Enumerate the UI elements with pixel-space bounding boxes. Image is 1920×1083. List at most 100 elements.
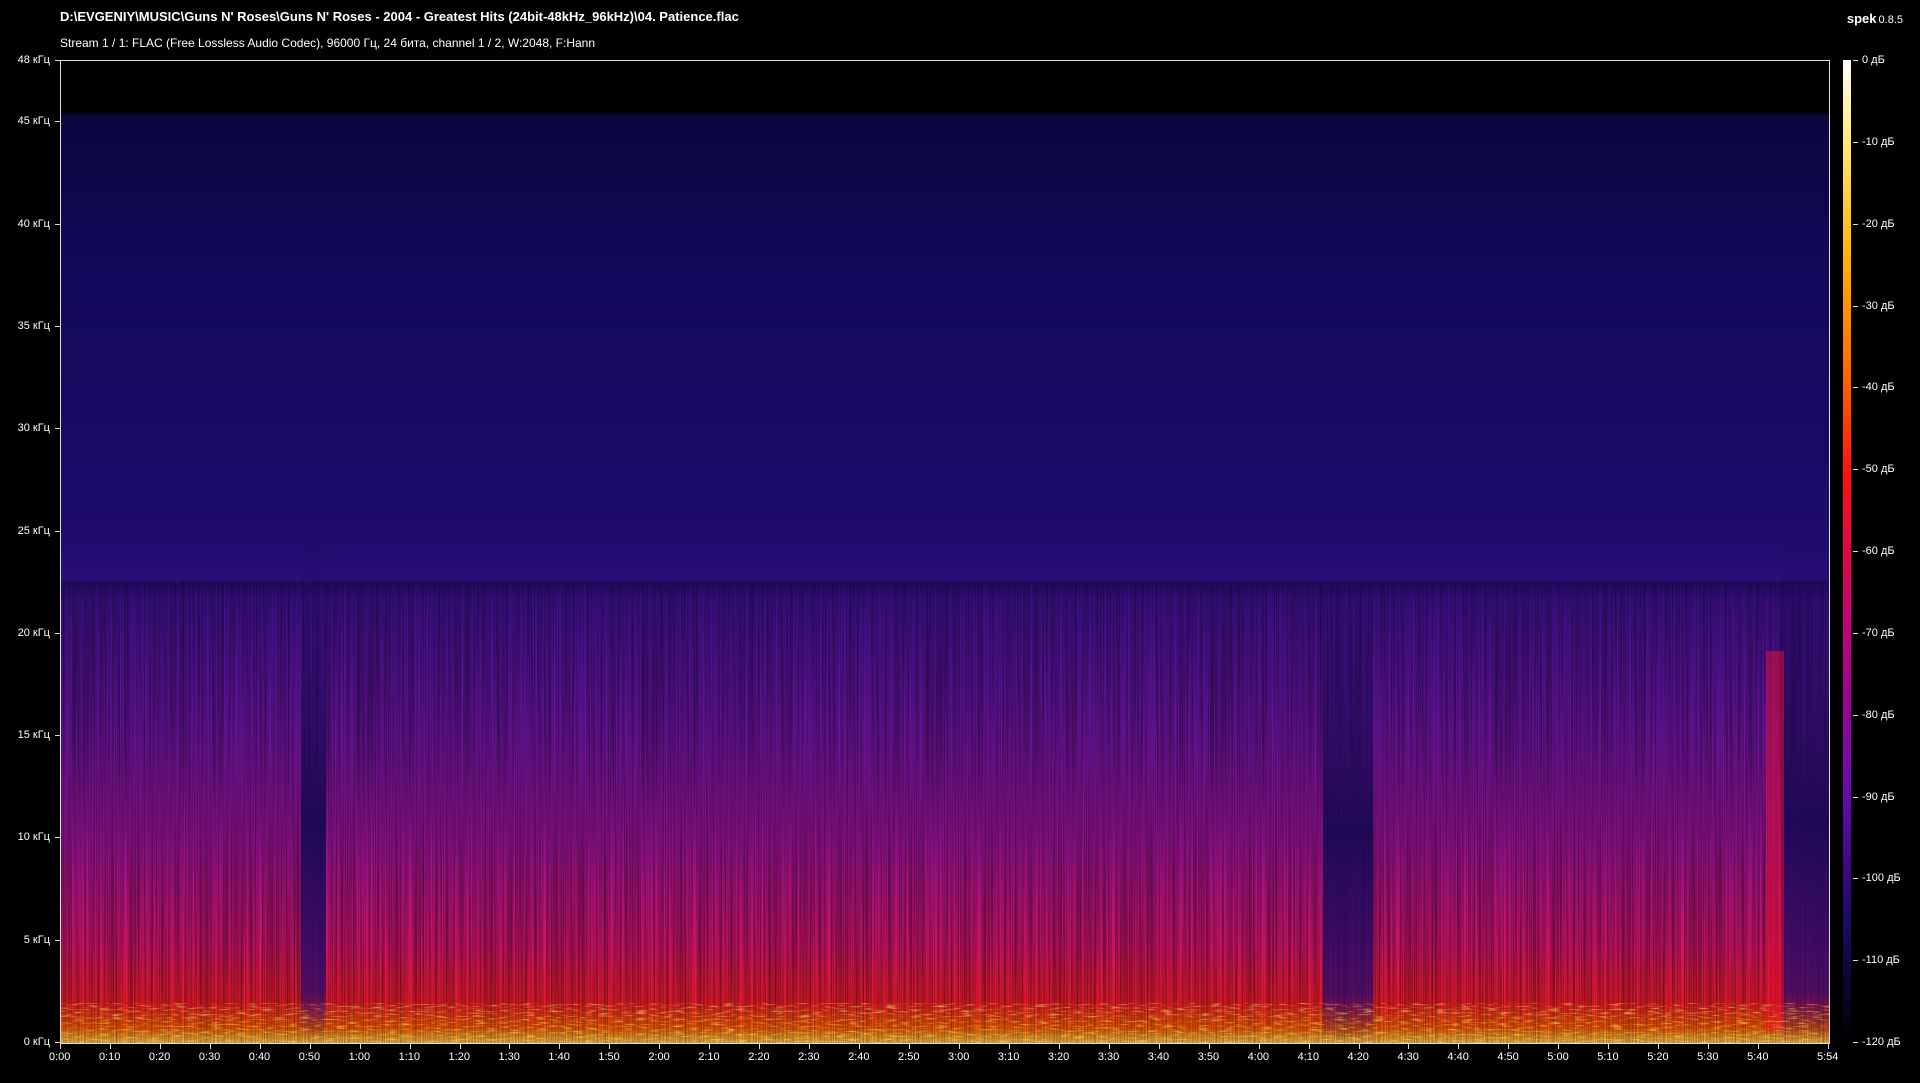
y-tick-mark [55, 121, 60, 123]
x-tick-mark [1358, 1044, 1360, 1049]
y-tick-mark [55, 939, 60, 941]
y-tick-mark [55, 223, 60, 225]
colorbar-tick-label: -40 дБ [1862, 381, 1895, 394]
x-tick-mark [958, 1044, 960, 1049]
x-tick-mark [159, 1044, 161, 1049]
x-tick-label: 3:20 [1047, 1051, 1070, 1063]
colorbar-tick-label: -110 дБ [1862, 954, 1900, 967]
x-tick-mark [1258, 1044, 1260, 1049]
x-tick-label: 4:20 [1347, 1051, 1369, 1063]
x-tick-mark [709, 1044, 711, 1049]
x-tick-mark [459, 1044, 461, 1049]
x-tick-mark [1708, 1044, 1710, 1049]
y-tick-label: 40 кГц [17, 217, 50, 230]
x-tick-label: 3:50 [1197, 1051, 1220, 1063]
colorbar-tick-label: -120 дБ [1862, 1036, 1901, 1048]
x-tick-label: 4:10 [1297, 1051, 1319, 1063]
x-tick-label: 4:50 [1497, 1051, 1519, 1063]
colorbar-tick-mark [1853, 223, 1858, 225]
x-tick-label: 5:40 [1747, 1051, 1769, 1063]
x-tick-mark [909, 1044, 911, 1049]
x-tick-mark [209, 1044, 211, 1049]
y-tick-label: 0 кГц [23, 1036, 50, 1048]
x-tick-mark [60, 1044, 61, 1049]
x-tick-label: 1:20 [448, 1051, 470, 1063]
x-tick-mark [859, 1044, 861, 1049]
x-tick-label: 0:00 [49, 1051, 71, 1063]
x-tick-mark [509, 1044, 511, 1049]
colorbar-tick-mark [1853, 551, 1858, 552]
file-path: D:\EVGENIY\MUSIC\Guns N' Roses\Guns N' R… [60, 9, 739, 24]
y-tick-mark [55, 530, 60, 532]
colorbar-tick-label: -50 дБ [1862, 463, 1895, 476]
y-tick-label: 15 кГц [17, 729, 50, 742]
y-tick-label: 5 кГц [23, 933, 50, 946]
x-tick-mark [1058, 1044, 1060, 1049]
x-tick-mark [759, 1044, 761, 1049]
x-tick-label: 5:30 [1697, 1051, 1719, 1063]
colorbar-tick-label: -70 дБ [1862, 626, 1895, 639]
x-tick-label: 0:30 [198, 1051, 221, 1063]
y-tick-mark [55, 428, 60, 430]
x-tick-mark [1658, 1044, 1660, 1049]
x-tick-label: 2:40 [848, 1051, 870, 1063]
x-tick-mark [1008, 1044, 1010, 1049]
x-tick-mark [1108, 1044, 1110, 1049]
colorbar [1843, 60, 1851, 1042]
x-tick-mark [1208, 1044, 1210, 1049]
x-tick-label: 0:10 [98, 1051, 121, 1063]
x-tick-label: 5:00 [1547, 1051, 1569, 1063]
x-tick-label: 0:50 [298, 1051, 321, 1063]
x-tick-mark [1758, 1044, 1760, 1049]
x-tick-mark [1558, 1044, 1560, 1049]
x-tick-mark [1828, 1044, 1829, 1049]
colorbar-tick-mark [1853, 796, 1858, 798]
x-tick-mark [109, 1044, 111, 1049]
y-tick-label: 25 кГц [17, 524, 50, 537]
colorbar-tick-label: -20 дБ [1862, 217, 1895, 230]
colorbar-tick-label: -90 дБ [1862, 790, 1895, 803]
app-brand: spek 0.8.5 [1847, 11, 1903, 26]
x-tick-mark [1158, 1044, 1160, 1049]
y-tick-mark [55, 60, 60, 61]
colorbar-tick-mark [1853, 305, 1858, 307]
y-tick-label: 10 кГц [17, 831, 50, 844]
x-tick-mark [359, 1044, 361, 1049]
x-tick-mark [1458, 1044, 1460, 1049]
colorbar-tick-label: 0 дБ [1862, 54, 1885, 66]
x-tick-label: 0:40 [248, 1051, 271, 1063]
y-tick-label: 35 кГц [17, 319, 50, 332]
y-tick-mark [55, 632, 60, 634]
y-tick-label: 20 кГц [17, 626, 50, 639]
x-tick-label: 2:30 [798, 1051, 820, 1063]
stream-info: Stream 1 / 1: FLAC (Free Lossless Audio … [60, 36, 596, 50]
x-tick-mark [559, 1044, 561, 1049]
x-tick-mark [409, 1044, 411, 1049]
x-tick-mark [659, 1044, 661, 1049]
x-tick-mark [1308, 1044, 1310, 1049]
colorbar-tick-label: -80 дБ [1862, 708, 1895, 721]
colorbar-tick-mark [1853, 960, 1858, 962]
x-tick-label: 0:20 [148, 1051, 171, 1063]
x-tick-label: 4:40 [1447, 1051, 1469, 1063]
colorbar-tick-mark [1853, 714, 1858, 716]
colorbar-tick-mark [1853, 878, 1858, 880]
x-tick-label: 2:00 [648, 1051, 670, 1063]
spectrogram[interactable] [60, 60, 1830, 1044]
colorbar-tick-label: -60 дБ [1862, 545, 1895, 557]
colorbar-tick-label: -100 дБ [1862, 872, 1901, 885]
y-tick-label: 48 кГц [17, 54, 50, 66]
x-tick-label: 3:40 [1147, 1051, 1170, 1063]
x-tick-label: 1:40 [548, 1051, 570, 1063]
x-tick-label: 1:10 [398, 1051, 421, 1063]
app-version: 0.8.5 [1878, 14, 1903, 26]
x-tick-mark [1608, 1044, 1610, 1049]
x-tick-label: 2:20 [748, 1051, 770, 1063]
colorbar-tick-label: -10 дБ [1862, 135, 1895, 148]
x-tick-label: 5:20 [1647, 1051, 1669, 1063]
x-tick-mark [809, 1044, 811, 1049]
x-tick-label: 4:30 [1397, 1051, 1419, 1063]
colorbar-tick-label: -30 дБ [1862, 299, 1895, 312]
x-tick-label: 1:50 [598, 1051, 620, 1063]
x-tick-label: 5:54 [1817, 1051, 1839, 1063]
